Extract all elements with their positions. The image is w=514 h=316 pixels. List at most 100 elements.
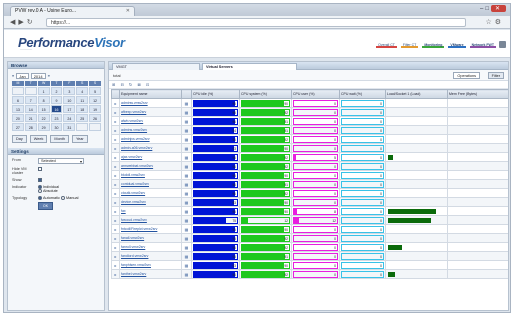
table-row[interactable]: ▸ device.vmw2srv ▦ 93 90 0 0: [111, 197, 508, 207]
calendar-day[interactable]: 26: [89, 114, 101, 122]
table-row[interactable]: ▸ admin-a06.vmw2srv ▦ 93 90 0 0: [111, 143, 508, 153]
graph-icon[interactable]: ▦: [181, 170, 192, 180]
calendar-day[interactable]: 4: [76, 87, 89, 95]
graph-icon[interactable]: ▦: [181, 215, 192, 225]
month-button[interactable]: Month: [50, 135, 69, 143]
graph-icon[interactable]: ▦: [181, 251, 192, 261]
ok-button[interactable]: OK: [38, 202, 54, 210]
header-link-monitoring[interactable]: Monitoring: [422, 43, 445, 48]
row-expand-icon[interactable]: ▸: [111, 143, 120, 153]
calendar-day[interactable]: 30: [50, 123, 63, 131]
graph-icon[interactable]: ▦: [181, 260, 192, 270]
table-row[interactable]: ▸ fanroll.vmw2srv ▦ 96 92 0 0: [111, 242, 508, 252]
equipment-name-link[interactable]: admin-a06.vmw2srv: [119, 143, 182, 153]
graph-icon[interactable]: ▦: [181, 125, 192, 135]
calendar-day[interactable]: 23: [50, 114, 63, 122]
row-expand-icon[interactable]: ▸: [111, 188, 120, 198]
calendar-day[interactable]: 27: [12, 123, 24, 131]
day-button[interactable]: Day: [12, 135, 27, 143]
calendar-day[interactable]: 28: [24, 123, 37, 131]
equipment-name-link[interactable]: afbexp.vmw2srv: [119, 107, 182, 117]
hide-checkbox[interactable]: [38, 167, 42, 171]
row-expand-icon[interactable]: ▸: [111, 224, 120, 234]
tab-virtual-servers[interactable]: Virtual Servers: [202, 63, 297, 70]
equipment-name-link[interactable]: ajax.vmw2srv: [119, 152, 182, 162]
filter-button[interactable]: Filter: [487, 72, 504, 79]
graph-icon[interactable]: ▦: [181, 242, 192, 252]
row-expand-icon[interactable]: ▸: [111, 161, 120, 171]
table-row[interactable]: ▸ fanthel.vmw2srv ▦ 96 92 0 0: [111, 269, 508, 279]
table-row[interactable]: ▸ adminw.vmw2srv ▦ 95 90 0 0: [111, 98, 508, 108]
calendar-day[interactable]: 16: [50, 105, 63, 113]
equipment-name-link[interactable]: fanthel.vmw2srv: [119, 269, 182, 279]
graph-icon[interactable]: ▦: [181, 152, 192, 162]
row-expand-icon[interactable]: ▸: [111, 233, 120, 243]
from-select[interactable]: Selected: [38, 158, 84, 164]
table-row[interactable]: ▸ fandlord.vmw2srv ▦ 95 91 0 0: [111, 251, 508, 261]
row-expand-icon[interactable]: ▸: [111, 170, 120, 180]
graph-icon[interactable]: ▦: [181, 161, 192, 171]
calendar-day[interactable]: 31: [63, 123, 76, 131]
graph-icon[interactable]: ▦: [181, 224, 192, 234]
table-row[interactable]: ▸ fanphlsen.vmw2srv ▦ 93 90 0 0: [111, 260, 508, 270]
graph-icon[interactable]: ▦: [181, 179, 192, 189]
operations-select[interactable]: Operations: [453, 72, 480, 79]
table-row[interactable]: ▸ afwb.vmw2srv ▦ 96 91 0 0: [111, 116, 508, 126]
week-button[interactable]: Week: [29, 135, 48, 143]
graph-icon[interactable]: ▦: [181, 116, 192, 126]
equipment-name-link[interactable]: fanphlsen.vmw2srv: [119, 260, 182, 270]
calendar-day[interactable]: 1: [37, 87, 50, 95]
equipment-name-link[interactable]: afwb.vmw2srv: [119, 116, 182, 126]
breadcrumb[interactable]: total: [113, 73, 121, 78]
calendar-day[interactable]: 2: [50, 87, 63, 95]
equipment-name-link[interactable]: fanall.vmw2srv: [119, 233, 182, 243]
app-logo[interactable]: PerformanceVisor: [18, 35, 125, 50]
calendar-day[interactable]: 9: [50, 96, 63, 104]
graph-icon[interactable]: ▦: [181, 233, 192, 243]
calendar-day[interactable]: 11: [76, 96, 89, 104]
calendar-day[interactable]: 8: [37, 96, 50, 104]
equipment-name-link[interactable]: fwcoud.vmw2srv: [119, 215, 182, 225]
row-expand-icon[interactable]: ▸: [111, 197, 120, 207]
row-expand-icon[interactable]: ▸: [111, 98, 120, 108]
header-link-overall[interactable]: Overall CT: [376, 43, 397, 48]
table-row[interactable]: ▸ contdual.vmw2srv ▦ 96 91 0 0: [111, 179, 508, 189]
calendar-day[interactable]: 25: [76, 114, 89, 122]
row-expand-icon[interactable]: ▸: [111, 206, 120, 216]
table-row[interactable]: ▸ fntcoll/Fireplct.vmw2srv ▦ 95 90 0 0: [111, 224, 508, 234]
graph-icon[interactable]: ▦: [181, 143, 192, 153]
typology-automatic-radio[interactable]: [38, 196, 42, 200]
forward-icon[interactable]: ▶: [18, 19, 26, 26]
table-row[interactable]: ▸ adminjvs.vmw2srv ▦ 96 92 0 0: [111, 134, 508, 144]
row-expand-icon[interactable]: ▸: [111, 125, 120, 135]
calendar-day[interactable]: 21: [24, 114, 37, 122]
calendar-day[interactable]: 5: [89, 87, 101, 95]
col-select[interactable]: [111, 89, 120, 99]
table-row[interactable]: ▸ fanall.vmw2srv ▦ 95 92 0 0: [111, 233, 508, 243]
row-expand-icon[interactable]: ▸: [111, 215, 120, 225]
wrench-icon[interactable]: ⚙: [495, 19, 504, 26]
col-cpu-wait[interactable]: CPU wait (%): [339, 89, 386, 99]
header-link-network[interactable]: Network FWT: [469, 43, 496, 48]
col-graph[interactable]: [181, 89, 192, 99]
col-mem-free[interactable]: Mem Free (Bytes): [447, 89, 508, 99]
graph-icon[interactable]: ▦: [181, 98, 192, 108]
row-expand-icon[interactable]: ▸: [111, 251, 120, 261]
row-expand-icon[interactable]: ▸: [111, 152, 120, 162]
col-load[interactable]: Load/Socket 1 (Load): [385, 89, 448, 99]
equipment-name-link[interactable]: fanroll.vmw2srv: [119, 242, 182, 252]
calendar-day[interactable]: 17: [63, 105, 76, 113]
browser-tab[interactable]: PVW rev.0 A - Usine Euro... ✕: [10, 6, 135, 16]
calendar-day[interactable]: 6: [12, 96, 24, 104]
header-link-filter[interactable]: Filter CT: [400, 43, 419, 48]
equipment-name-link[interactable]: admins.vmw2srv: [119, 125, 182, 135]
calendar-day[interactable]: 13: [12, 105, 24, 113]
table-row[interactable]: ▸ fwcoud.vmw2srv ▦ 75 12 12 0: [111, 215, 508, 225]
col-equipment-name[interactable]: Equipment name: [119, 89, 182, 99]
equipment-name-link[interactable]: armwebbat.vmw2srv: [119, 161, 182, 171]
table-row[interactable]: ▸ afbexp.vmw2srv ▦ 95 92 0 0: [111, 107, 508, 117]
equipment-name-link[interactable]: bkdoll.vmw2srv: [119, 170, 182, 180]
header-link-vmware[interactable]: VMware: [448, 43, 466, 48]
equipment-name-link[interactable]: fandlord.vmw2srv: [119, 251, 182, 261]
col-cpu-idle[interactable]: CPU idle (%): [191, 89, 240, 99]
